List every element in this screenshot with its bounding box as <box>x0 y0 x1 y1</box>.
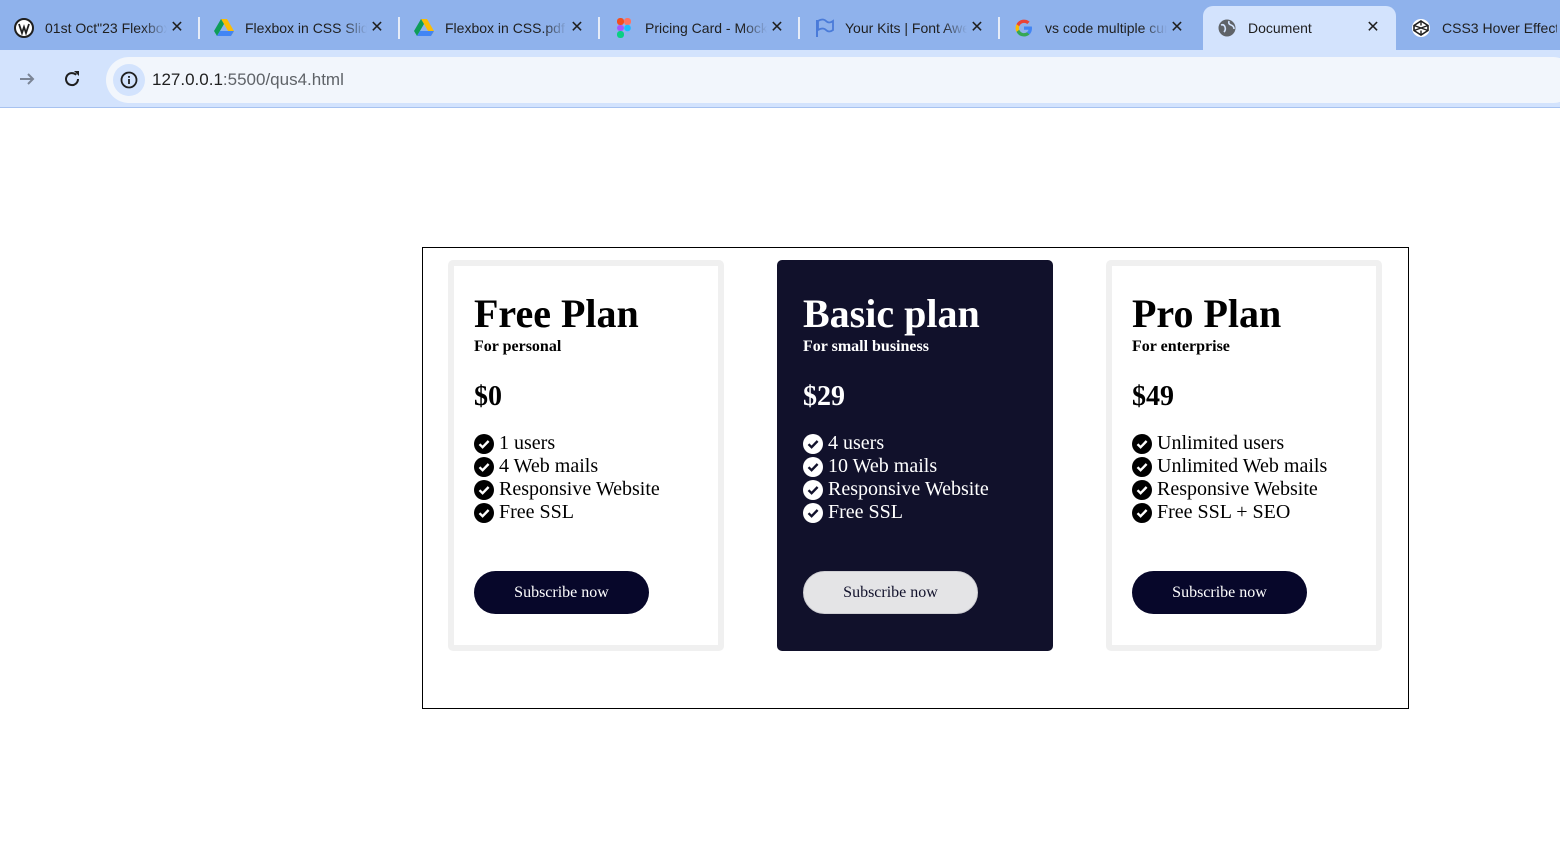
plan-price: $0 <box>474 381 502 412</box>
google-drive-icon <box>214 18 234 38</box>
url-host: 127.0.0.1 <box>152 70 223 89</box>
globe-icon <box>1217 18 1237 38</box>
check-circle-icon <box>1132 502 1152 523</box>
google-drive-icon <box>414 18 434 38</box>
pricing-container: Free Plan For personal $0 1 users 4 Web … <box>422 247 1409 709</box>
check-circle-icon <box>474 502 494 523</box>
check-circle-icon <box>1132 456 1152 477</box>
check-circle-icon <box>474 479 494 500</box>
tab-strip: 01st Oct"23 Flexbox ✕ Flexbox in CSS Sli… <box>0 0 1560 50</box>
browser-toolbar: 127.0.0.1:5500/qus4.html <box>0 50 1560 108</box>
tab-title: vs code multiple cursor <box>1045 20 1167 36</box>
plan-subtitle: For personal <box>474 338 562 355</box>
forward-button[interactable] <box>14 66 40 92</box>
check-circle-icon <box>803 456 823 477</box>
feature-item: Free SSL <box>803 501 989 524</box>
check-circle-icon <box>803 433 823 454</box>
feature-text: Free SSL <box>499 501 574 523</box>
subscribe-button[interactable]: Subscribe now <box>1132 571 1307 614</box>
pricing-card-free: Free Plan For personal $0 1 users 4 Web … <box>448 260 724 651</box>
pricing-card-pro: Pro Plan For enterprise $49 Unlimited us… <box>1106 260 1382 651</box>
pricing-card-basic: Basic plan For small business $29 4 user… <box>777 260 1053 651</box>
tab-title: Flexbox in CSS.pdf <box>445 20 565 36</box>
tab-title: Document <box>1248 20 1312 36</box>
plan-price: $29 <box>803 381 845 412</box>
check-circle-icon <box>803 502 823 523</box>
url-path: :5500/qus4.html <box>222 70 344 89</box>
feature-item: Responsive Website <box>474 478 660 501</box>
subscribe-button[interactable]: Subscribe now <box>803 571 978 614</box>
feature-text: Free SSL <box>828 501 903 523</box>
browser-tab[interactable]: vs code multiple cursor ✕ <box>1000 6 1200 50</box>
plan-name: Free Plan <box>474 291 639 336</box>
close-tab-icon[interactable]: ✕ <box>368 18 386 36</box>
reload-icon <box>65 71 80 87</box>
check-circle-icon <box>1132 479 1152 500</box>
feature-item: Responsive Website <box>1132 478 1327 501</box>
tab-title: 01st Oct"23 Flexbox <box>45 20 167 36</box>
check-circle-icon <box>1132 433 1152 454</box>
feature-text: Unlimited Web mails <box>1157 455 1328 477</box>
browser-tab-active[interactable]: Document ✕ <box>1203 6 1396 50</box>
browser-tab[interactable]: Flexbox in CSS Slides ✕ <box>200 6 400 50</box>
feature-item: 10 Web mails <box>803 455 989 478</box>
site-info-icon[interactable] <box>113 64 145 96</box>
feature-list: 1 users 4 Web mails Responsive Website F… <box>474 432 660 524</box>
close-tab-icon[interactable]: ✕ <box>968 18 986 36</box>
browser-tab[interactable]: Your Kits | Font Awesome ✕ <box>800 6 1000 50</box>
close-tab-icon[interactable]: ✕ <box>168 18 186 36</box>
close-tab-icon[interactable]: ✕ <box>1168 18 1186 36</box>
wordpress-icon <box>14 18 34 38</box>
feature-list: 4 users 10 Web mails Responsive Website … <box>803 432 989 524</box>
plan-name: Basic plan <box>803 291 980 336</box>
check-circle-icon <box>474 456 494 477</box>
arrow-right-icon <box>20 73 35 85</box>
figma-icon <box>614 18 634 38</box>
feature-text: 1 users <box>499 432 556 454</box>
plan-subtitle: For enterprise <box>1132 338 1230 355</box>
check-circle-icon <box>474 433 494 454</box>
plan-name: Pro Plan <box>1132 291 1282 336</box>
feature-item: 1 users <box>474 432 660 455</box>
font-awesome-flag-icon <box>814 18 834 38</box>
tab-title: Your Kits | Font Awesome <box>845 20 967 36</box>
browser-tab[interactable]: 01st Oct"23 Flexbox ✕ <box>0 6 200 50</box>
feature-item: 4 users <box>803 432 989 455</box>
feature-text: 4 Web mails <box>499 455 599 477</box>
feature-text: 4 users <box>828 432 885 454</box>
feature-text: Unlimited users <box>1157 432 1285 454</box>
feature-list: Unlimited users Unlimited Web mails Resp… <box>1132 432 1327 524</box>
feature-item: Free SSL <box>474 501 660 524</box>
feature-item: Free SSL + SEO <box>1132 501 1327 524</box>
feature-text: Responsive Website <box>828 478 989 500</box>
tab-title: Pricing Card - Mockup <box>645 20 767 36</box>
plan-price: $49 <box>1132 381 1174 412</box>
codepen-icon <box>1411 18 1431 38</box>
browser-tab[interactable]: Flexbox in CSS.pdf ✕ <box>400 6 600 50</box>
feature-item: Unlimited users <box>1132 432 1327 455</box>
url-text[interactable]: 127.0.0.1:5500/qus4.html <box>152 70 344 90</box>
plan-subtitle: For small business <box>803 338 929 355</box>
google-icon <box>1014 18 1034 38</box>
close-tab-icon[interactable]: ✕ <box>1364 18 1382 36</box>
feature-item: 4 Web mails <box>474 455 660 478</box>
address-bar[interactable]: 127.0.0.1:5500/qus4.html <box>106 57 1560 103</box>
feature-text: Responsive Website <box>1157 478 1318 500</box>
browser-tab[interactable]: CSS3 Hover Effects <box>1397 6 1560 50</box>
tab-title: Flexbox in CSS Slides <box>245 20 367 36</box>
close-tab-icon[interactable]: ✕ <box>568 18 586 36</box>
feature-text: 10 Web mails <box>828 455 938 477</box>
feature-text: Free SSL + SEO <box>1157 501 1291 523</box>
feature-item: Responsive Website <box>803 478 989 501</box>
close-tab-icon[interactable]: ✕ <box>768 18 786 36</box>
tab-title: CSS3 Hover Effects <box>1442 20 1557 36</box>
feature-text: Responsive Website <box>499 478 660 500</box>
reload-button[interactable] <box>59 66 85 92</box>
subscribe-button[interactable]: Subscribe now <box>474 571 649 614</box>
check-circle-icon <box>803 479 823 500</box>
browser-tab[interactable]: Pricing Card - Mockup ✕ <box>600 6 800 50</box>
feature-item: Unlimited Web mails <box>1132 455 1327 478</box>
